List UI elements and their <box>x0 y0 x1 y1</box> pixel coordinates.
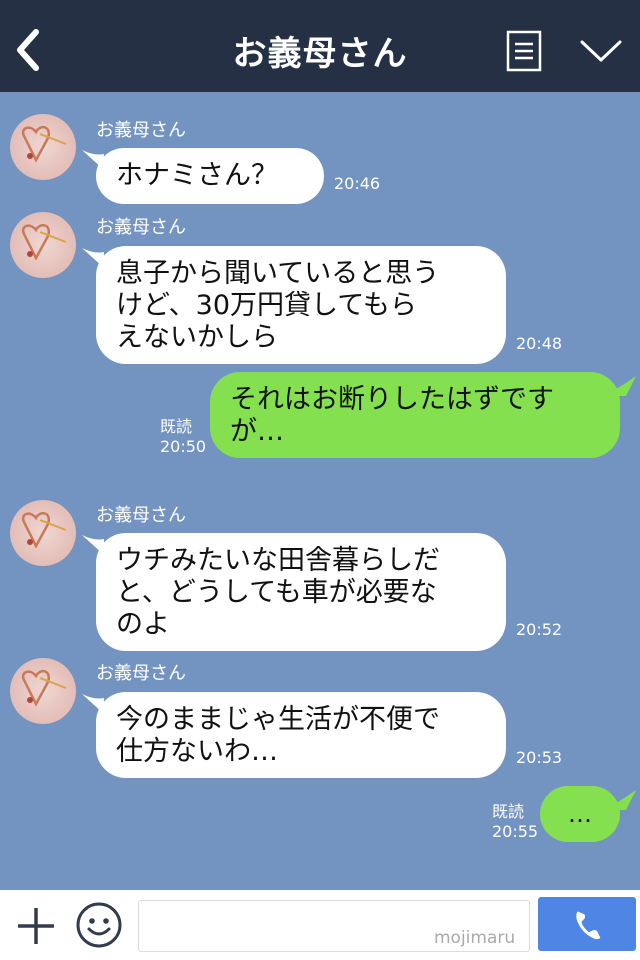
read-status: 既読 20:50 <box>160 417 206 457</box>
sender-name: お義母さん <box>96 217 186 238</box>
heart-necklace-icon <box>21 223 67 261</box>
message-time: 20:52 <box>516 620 563 639</box>
bubble-tail <box>604 376 636 396</box>
phone-icon <box>576 911 601 940</box>
watermark-text: mojimaru <box>434 928 516 948</box>
message-time: 20:55 <box>492 822 539 841</box>
dropdown-button[interactable] <box>578 36 624 66</box>
message-bubble[interactable]: ウチみたいな田舎暮らしだ と、どうしても車が必要な のよ <box>96 533 506 651</box>
emoji-button[interactable] <box>74 900 124 950</box>
read-label: 既読 <box>160 417 193 436</box>
chevron-down-icon <box>580 40 622 62</box>
message-bubble[interactable]: ホナミさん？ <box>96 148 324 204</box>
smiley-icon <box>76 902 122 948</box>
message-bubble[interactable]: 息子から聞いていると思う けど、30万円貸してもら えないかしら <box>96 246 506 364</box>
sender-name: お義母さん <box>96 120 186 141</box>
message-time: 20:50 <box>160 437 207 456</box>
message-time: 20:48 <box>516 334 563 353</box>
heart-necklace-icon <box>21 125 67 163</box>
avatar[interactable] <box>10 500 76 566</box>
avatar[interactable] <box>10 114 76 180</box>
avatar[interactable] <box>10 658 76 724</box>
plus-button[interactable] <box>14 904 58 948</box>
call-button[interactable] <box>538 897 636 951</box>
heart-necklace-icon <box>21 669 67 707</box>
chat-title: お義母さん <box>232 34 408 74</box>
chat-header: お義母さん <box>0 0 640 92</box>
message-bubble[interactable]: それはお断りしたはずです が… <box>210 372 620 458</box>
read-label: 既読 <box>492 802 525 821</box>
heart-necklace-icon <box>21 511 67 549</box>
menu-button[interactable] <box>506 30 542 72</box>
sender-name: お義母さん <box>96 663 186 684</box>
bubble-tail <box>604 790 636 810</box>
message-time: 20:46 <box>334 174 381 193</box>
sender-name: お義母さん <box>96 505 186 526</box>
read-status: 既読 20:55 <box>492 802 538 842</box>
menu-list-icon <box>506 30 542 72</box>
message-bubble[interactable]: 今のままじゃ生活が不便で 仕方ないわ… <box>96 692 506 778</box>
plus-icon <box>18 908 54 944</box>
avatar[interactable] <box>10 212 76 278</box>
message-time: 20:53 <box>516 748 563 767</box>
